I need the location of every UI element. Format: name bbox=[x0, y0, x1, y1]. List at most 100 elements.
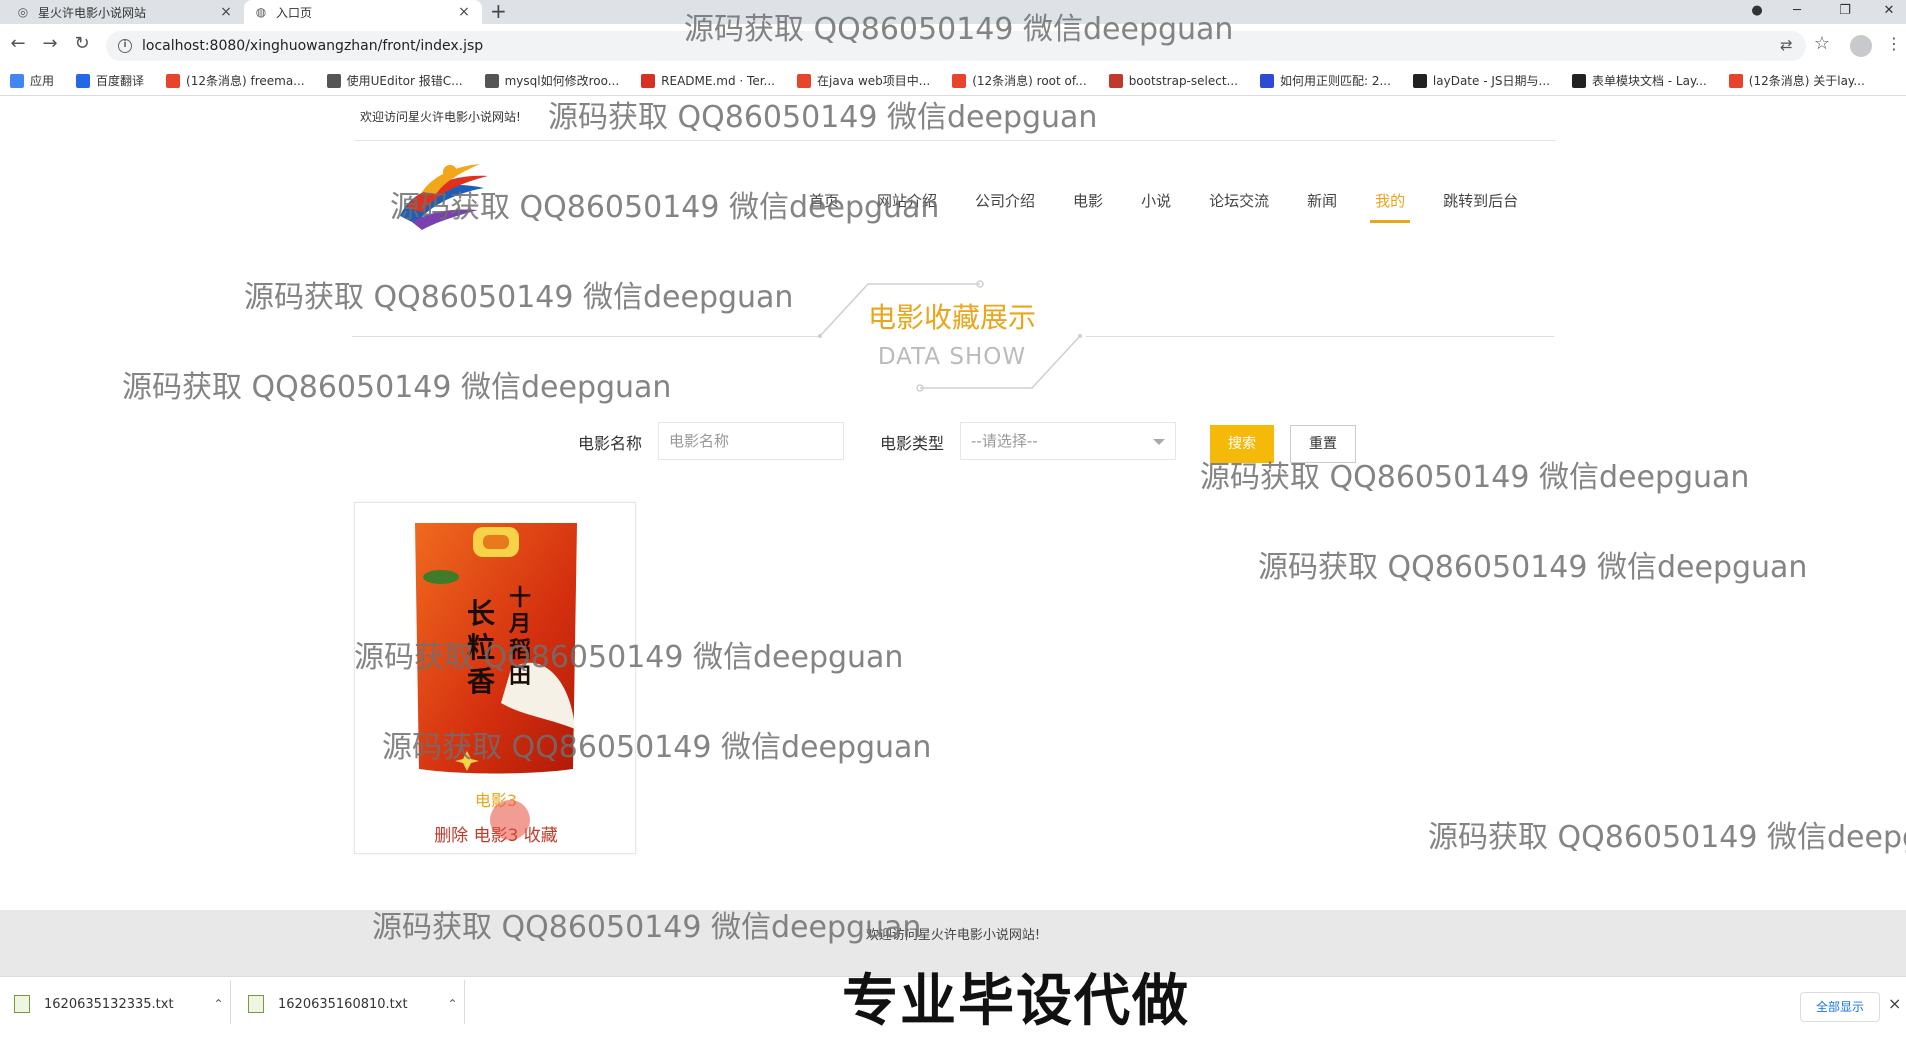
section-divider-right bbox=[1086, 336, 1554, 337]
tab-close-icon[interactable]: × bbox=[456, 4, 472, 20]
watermark-text: 源码获取 QQ86050149 微信deepguan bbox=[1200, 460, 1750, 495]
watermark-text: 源码获取 QQ86050149 微信deepguan bbox=[1258, 550, 1808, 585]
bookmark-item[interactable]: 如何用正则匹配: 2... bbox=[1259, 72, 1391, 89]
svg-text:十: 十 bbox=[509, 585, 531, 611]
nav-item[interactable]: 公司介绍 bbox=[956, 190, 1054, 211]
profile-avatar[interactable] bbox=[1850, 35, 1872, 57]
bookmark-label: (12条消息) 关于lay... bbox=[1748, 74, 1865, 88]
bookmark-item[interactable]: (12条消息) 关于lay... bbox=[1728, 72, 1865, 89]
reload-icon[interactable]: ↻ bbox=[70, 32, 94, 56]
bookmark-label: 百度翻译 bbox=[96, 74, 145, 88]
bookmark-item[interactable]: README.md · Ter... bbox=[641, 73, 775, 88]
bookmark-label: layDate - JS日期与... bbox=[1432, 74, 1550, 88]
bookmark-item[interactable]: layDate - JS日期与... bbox=[1412, 72, 1550, 89]
tab-label: 入口页 bbox=[276, 5, 313, 20]
watermark-text: 源码获取 QQ86050149 微信deepguan bbox=[548, 100, 1098, 135]
csdn-icon bbox=[1728, 73, 1743, 88]
bookmark-label: README.md · Ter... bbox=[661, 73, 775, 88]
baidu-icon bbox=[1259, 73, 1274, 88]
movie-type-selected: --请选择-- bbox=[971, 432, 1038, 450]
header-divider bbox=[354, 140, 1556, 141]
forward-icon[interactable]: → bbox=[38, 32, 62, 56]
download-bar-close-icon[interactable]: × bbox=[1888, 994, 1901, 1013]
nav-item[interactable]: 电影 bbox=[1054, 190, 1122, 211]
layui-icon bbox=[1412, 73, 1427, 88]
chevron-up-icon[interactable]: ⌃ bbox=[214, 997, 224, 1011]
bookmark-label: (12条消息) freema... bbox=[186, 74, 305, 88]
globe-icon: ◍ bbox=[255, 5, 267, 19]
restore-icon[interactable]: ❐ bbox=[1830, 0, 1860, 24]
movie-type-label: 电影类型 bbox=[880, 434, 945, 453]
layui-icon bbox=[1571, 73, 1586, 88]
translate-icon[interactable]: ⇄ bbox=[1780, 36, 1793, 54]
bookmark-item[interactable]: 使用UEditor 报错C... bbox=[326, 72, 463, 89]
text-file-icon bbox=[14, 995, 30, 1013]
watermark-text: 源码获取 QQ86050149 微信deepguan bbox=[354, 640, 904, 675]
csdn-icon bbox=[952, 73, 967, 88]
mysql-icon bbox=[484, 73, 499, 88]
bookmark-item[interactable]: (12条消息) freema... bbox=[166, 72, 305, 89]
movie-name-input[interactable]: 电影名称 bbox=[658, 422, 844, 460]
watermark-text: 源码获取 QQ86050149 微信deepguan bbox=[684, 12, 1234, 47]
minimize-icon[interactable]: ─ bbox=[1782, 0, 1812, 24]
bookmark-label: (12条消息) root of... bbox=[972, 74, 1087, 88]
bookmark-item[interactable]: 百度翻译 bbox=[76, 72, 144, 89]
nav-item[interactable]: 我的 bbox=[1356, 190, 1424, 223]
chevron-down-icon bbox=[1153, 439, 1165, 445]
bookmark-label: 如何用正则匹配: 2... bbox=[1279, 74, 1391, 88]
bookmark-item[interactable]: 在java web项目中... bbox=[797, 72, 930, 89]
site-info-icon[interactable]: i bbox=[118, 39, 132, 53]
watermark-text: 源码获取 QQ86050149 微信deepg bbox=[1428, 820, 1906, 855]
svg-text:长: 长 bbox=[467, 597, 495, 630]
apps-icon bbox=[10, 73, 24, 88]
new-tab-button[interactable]: + bbox=[490, 0, 507, 24]
bookmark-label: 应用 bbox=[30, 74, 55, 88]
nav-item[interactable]: 新闻 bbox=[1288, 190, 1356, 211]
url-text: localhost:8080/xinghuowangzhan/front/ind… bbox=[142, 38, 484, 54]
download-item[interactable]: 1620635160810.txt ⌃ bbox=[248, 990, 458, 1018]
download-item[interactable]: 1620635132335.txt ⌃ bbox=[14, 990, 224, 1018]
watermark-banner: 专业毕设代做 bbox=[842, 969, 1190, 1034]
footer-text: 欢迎访问星火许电影小说网站! bbox=[865, 928, 1041, 943]
download-separator bbox=[464, 980, 465, 1024]
blog-icon bbox=[1108, 73, 1123, 88]
bookmark-item[interactable]: 应用 bbox=[10, 72, 54, 89]
tab-close-icon[interactable]: × bbox=[218, 4, 234, 20]
section-title: 电影收藏展示 bbox=[867, 301, 1036, 334]
chevron-up-icon[interactable]: ⌃ bbox=[448, 997, 458, 1011]
welcome-text: 欢迎访问星火许电影小说网站! bbox=[360, 110, 521, 124]
watermark-text: 源码获取 QQ86050149 微信deepguan bbox=[244, 280, 794, 315]
nav-item[interactable]: 论坛交流 bbox=[1190, 190, 1288, 211]
bookmark-item[interactable]: mysql如何修改roo... bbox=[484, 72, 619, 89]
nav-item[interactable]: 跳转到后台 bbox=[1424, 190, 1537, 211]
watermark-text: 源码获取 QQ86050149 微信deepguan bbox=[122, 370, 672, 405]
window-close-icon[interactable]: ✕ bbox=[1874, 0, 1904, 24]
browser-tab[interactable]: ◎ 星火许电影小说网站 × bbox=[6, 0, 244, 24]
download-filename: 1620635132335.txt bbox=[44, 996, 174, 1012]
tab-search-icon[interactable]: ● bbox=[1742, 0, 1772, 24]
nav-item[interactable]: 小说 bbox=[1122, 190, 1190, 211]
download-filename: 1620635160810.txt bbox=[278, 996, 408, 1012]
watermark-text: 源码获取 QQ86050149 微信deepguan bbox=[382, 730, 932, 765]
watermark-text: 源码获取 QQ86050149 微信deepguan bbox=[372, 910, 922, 945]
ueditor-icon bbox=[326, 73, 341, 88]
bookmark-label: bootstrap-select... bbox=[1128, 73, 1238, 88]
movie-name-label: 电影名称 bbox=[578, 434, 643, 453]
site-favicon-icon: ◎ bbox=[17, 5, 29, 19]
show-all-downloads-button[interactable]: 全部显示 bbox=[1800, 992, 1880, 1022]
section-subtitle: DATA SHOW bbox=[877, 344, 1027, 370]
translate-icon bbox=[76, 73, 91, 88]
back-icon[interactable]: ← bbox=[6, 32, 30, 56]
bookmark-label: 表单模块文档 - Lay... bbox=[1591, 74, 1707, 88]
bookmark-item[interactable]: (12条消息) root of... bbox=[952, 72, 1087, 89]
movie-type-select[interactable]: --请选择-- bbox=[960, 422, 1176, 460]
bookmark-item[interactable]: bootstrap-select... bbox=[1108, 73, 1238, 88]
browser-menu-icon[interactable]: ⋮ bbox=[1886, 34, 1902, 53]
csdn-icon bbox=[166, 73, 181, 88]
bookmark-item[interactable]: 表单模块文档 - Lay... bbox=[1571, 72, 1707, 89]
browser-tab-active[interactable]: ◍ 入口页 × bbox=[244, 0, 482, 24]
gitee-icon bbox=[641, 73, 656, 88]
tab-label: 星火许电影小说网站 bbox=[38, 5, 147, 20]
favorite-card[interactable]: 十 月 稻 田 长 粒 香 电影3 删除 电影3 收藏 bbox=[354, 502, 636, 854]
bookmark-star-icon[interactable]: ☆ bbox=[1810, 32, 1834, 56]
